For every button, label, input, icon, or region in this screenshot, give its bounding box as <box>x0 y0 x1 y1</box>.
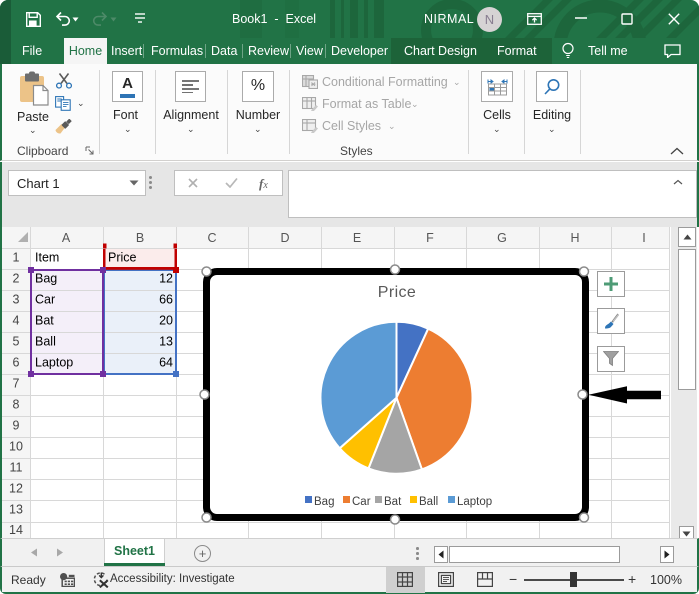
svg-text:Bag: Bag <box>35 272 57 286</box>
svg-text:D: D <box>280 231 289 245</box>
svg-text:Car: Car <box>35 293 55 307</box>
svg-text:8: 8 <box>13 398 20 412</box>
svg-text:A: A <box>62 231 71 245</box>
svg-text:6: 6 <box>13 356 20 370</box>
svg-text:11: 11 <box>10 461 23 475</box>
svg-text:1: 1 <box>13 251 20 265</box>
svg-text:13: 13 <box>159 335 173 349</box>
svg-text:9: 9 <box>13 419 20 433</box>
svg-text:3: 3 <box>13 293 20 307</box>
svg-text:F: F <box>426 231 434 245</box>
svg-text:Ball: Ball <box>35 335 56 349</box>
svg-text:12: 12 <box>9 482 23 496</box>
svg-text:13: 13 <box>9 503 23 517</box>
svg-text:E: E <box>353 231 361 245</box>
svg-text:C: C <box>207 231 216 245</box>
svg-text:H: H <box>570 231 579 245</box>
svg-text:66: 66 <box>159 293 173 307</box>
svg-text:7: 7 <box>13 377 20 391</box>
svg-text:I: I <box>642 231 645 245</box>
svg-text:2: 2 <box>13 272 20 286</box>
svg-text:64: 64 <box>159 356 173 370</box>
svg-text:20: 20 <box>159 314 173 328</box>
svg-text:4: 4 <box>13 314 20 328</box>
svg-text:Item: Item <box>35 251 59 265</box>
svg-text:12: 12 <box>159 272 173 286</box>
svg-text:G: G <box>497 231 507 245</box>
svg-text:Laptop: Laptop <box>35 356 73 370</box>
svg-text:10: 10 <box>9 440 23 454</box>
svg-text:Price: Price <box>108 251 137 265</box>
svg-text:5: 5 <box>13 335 20 349</box>
svg-text:Bat: Bat <box>35 314 54 328</box>
svg-text:14: 14 <box>9 523 23 537</box>
svg-text:B: B <box>136 231 144 245</box>
